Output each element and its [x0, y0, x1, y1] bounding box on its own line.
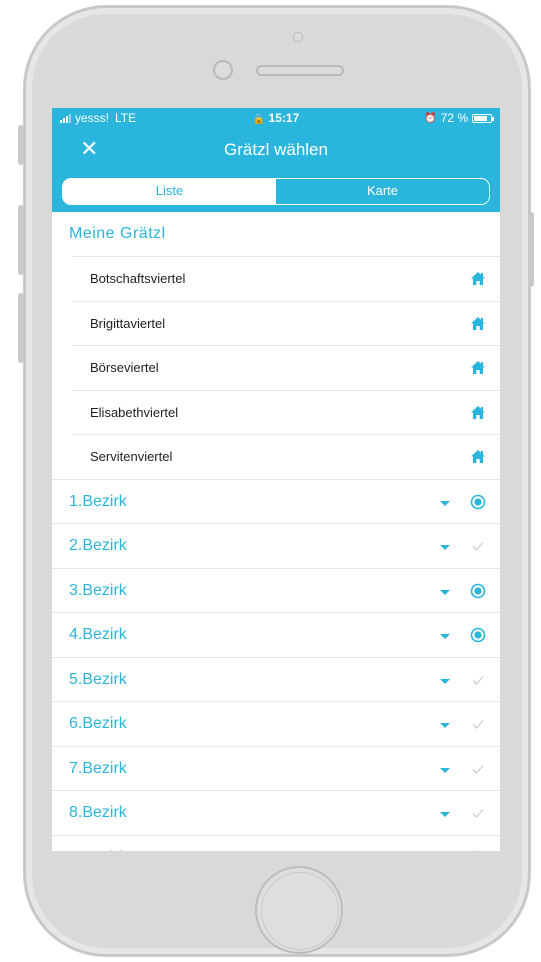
chevron-down-icon[interactable] [440, 767, 450, 773]
district-label: 7.Bezirk [69, 759, 127, 777]
chevron-down-icon[interactable] [440, 723, 450, 728]
list-item[interactable]: Servitenviertel [72, 434, 500, 479]
home-icon [471, 272, 485, 285]
district-label: 5.Bezirk [69, 670, 127, 688]
district-label: 1.Bezirk [69, 492, 127, 510]
chevron-down-icon[interactable] [440, 500, 450, 506]
chevron-down-icon[interactable] [440, 589, 450, 595]
district-row[interactable]: 7.Bezirk [52, 745, 500, 791]
alarm-icon: ⏰ [424, 112, 437, 124]
district-row[interactable]: 9.Bezirk [52, 834, 500, 852]
district-label: 2.Bezirk [69, 537, 127, 554]
checkmark-icon[interactable] [470, 805, 486, 821]
graetzl-list: Meine Grätzl Botschaftsviertel Brigittav… [52, 212, 500, 851]
district-label: 6.Bezirk [69, 715, 127, 732]
radio-selected-icon[interactable] [470, 627, 486, 643]
chevron-down-icon[interactable] [440, 678, 450, 684]
volume-up-button [18, 205, 24, 275]
status-bar: yesss! LTE 🔒 15:17 ⏰ 72 % [52, 108, 500, 128]
chevron-down-icon[interactable] [440, 812, 450, 817]
radio-selected-icon[interactable] [470, 850, 486, 852]
checkmark-icon[interactable] [470, 716, 486, 732]
chevron-down-icon[interactable] [440, 634, 450, 639]
view-toggle: Liste Karte [62, 178, 490, 205]
list-item[interactable]: Börseviertel [72, 345, 500, 390]
battery-icon [472, 113, 494, 123]
item-label: Börseviertel [90, 360, 159, 375]
battery-label: 72 % [440, 111, 468, 125]
item-label: Botschaftsviertel [90, 271, 186, 286]
power-button [528, 212, 534, 287]
home-button[interactable] [255, 866, 343, 954]
district-label: 3.Bezirk [69, 581, 127, 599]
mute-switch [18, 125, 24, 165]
district-row[interactable]: 6.Bezirk [52, 701, 500, 746]
district-row[interactable]: 8.Bezirk [52, 790, 500, 835]
district-row[interactable]: 4.Bezirk [52, 612, 500, 657]
tab-liste[interactable]: Liste [63, 179, 276, 204]
lock-icon: 🔒 [252, 114, 266, 125]
district-label: 4.Bezirk [69, 626, 127, 643]
district-list: 1.Bezirk 2.Bezirk 3.Bezirk 4.Bezirk 5.Bezirk… [52, 478, 500, 852]
home-icon [471, 361, 485, 374]
nav-bar: ✕ Grätzl wählen [52, 130, 500, 170]
app-screen: yesss! LTE 🔒 15:17 ⏰ 72 % ✕ Grätzl wähle… [52, 108, 500, 851]
list-item[interactable]: Elisabethviertel [72, 389, 500, 435]
district-row[interactable]: 2.Bezirk [52, 523, 500, 568]
item-label: Brigittaviertel [90, 315, 166, 331]
section-title-my-graetzl: Meine Grätzl [69, 225, 166, 242]
checkmark-icon[interactable] [470, 672, 486, 688]
chevron-down-icon[interactable] [440, 545, 450, 550]
camera-dot [293, 32, 303, 42]
district-row[interactable]: 3.Bezirk [52, 567, 500, 613]
district-row[interactable]: 5.Bezirk [52, 656, 500, 702]
clock-label: 15:17 [268, 111, 300, 125]
list-item[interactable]: Brigittaviertel [72, 300, 500, 346]
radio-selected-icon[interactable] [470, 583, 486, 599]
volume-down-button [18, 293, 24, 363]
home-icon [471, 316, 485, 330]
home-icon [471, 450, 485, 463]
checkmark-icon[interactable] [470, 538, 486, 554]
district-label: 8.Bezirk [69, 804, 127, 821]
item-label: Servitenviertel [90, 449, 173, 464]
checkmark-icon[interactable] [470, 761, 486, 777]
tab-karte[interactable]: Karte [276, 179, 489, 204]
home-icon [471, 405, 485, 419]
item-label: Elisabethviertel [90, 404, 179, 420]
speaker-grille [256, 65, 344, 76]
header: yesss! LTE 🔒 15:17 ⏰ 72 % ✕ Grätzl wähle… [52, 108, 500, 212]
radio-selected-icon[interactable] [470, 494, 486, 510]
status-right: ⏰ 72 % [424, 111, 494, 125]
district-label: 9.Bezirk [69, 849, 127, 852]
district-row[interactable]: 1.Bezirk [52, 478, 500, 524]
front-sensor [213, 60, 233, 80]
page-title: Grätzl wählen [224, 140, 328, 159]
list-item[interactable]: Botschaftsviertel [72, 256, 500, 301]
